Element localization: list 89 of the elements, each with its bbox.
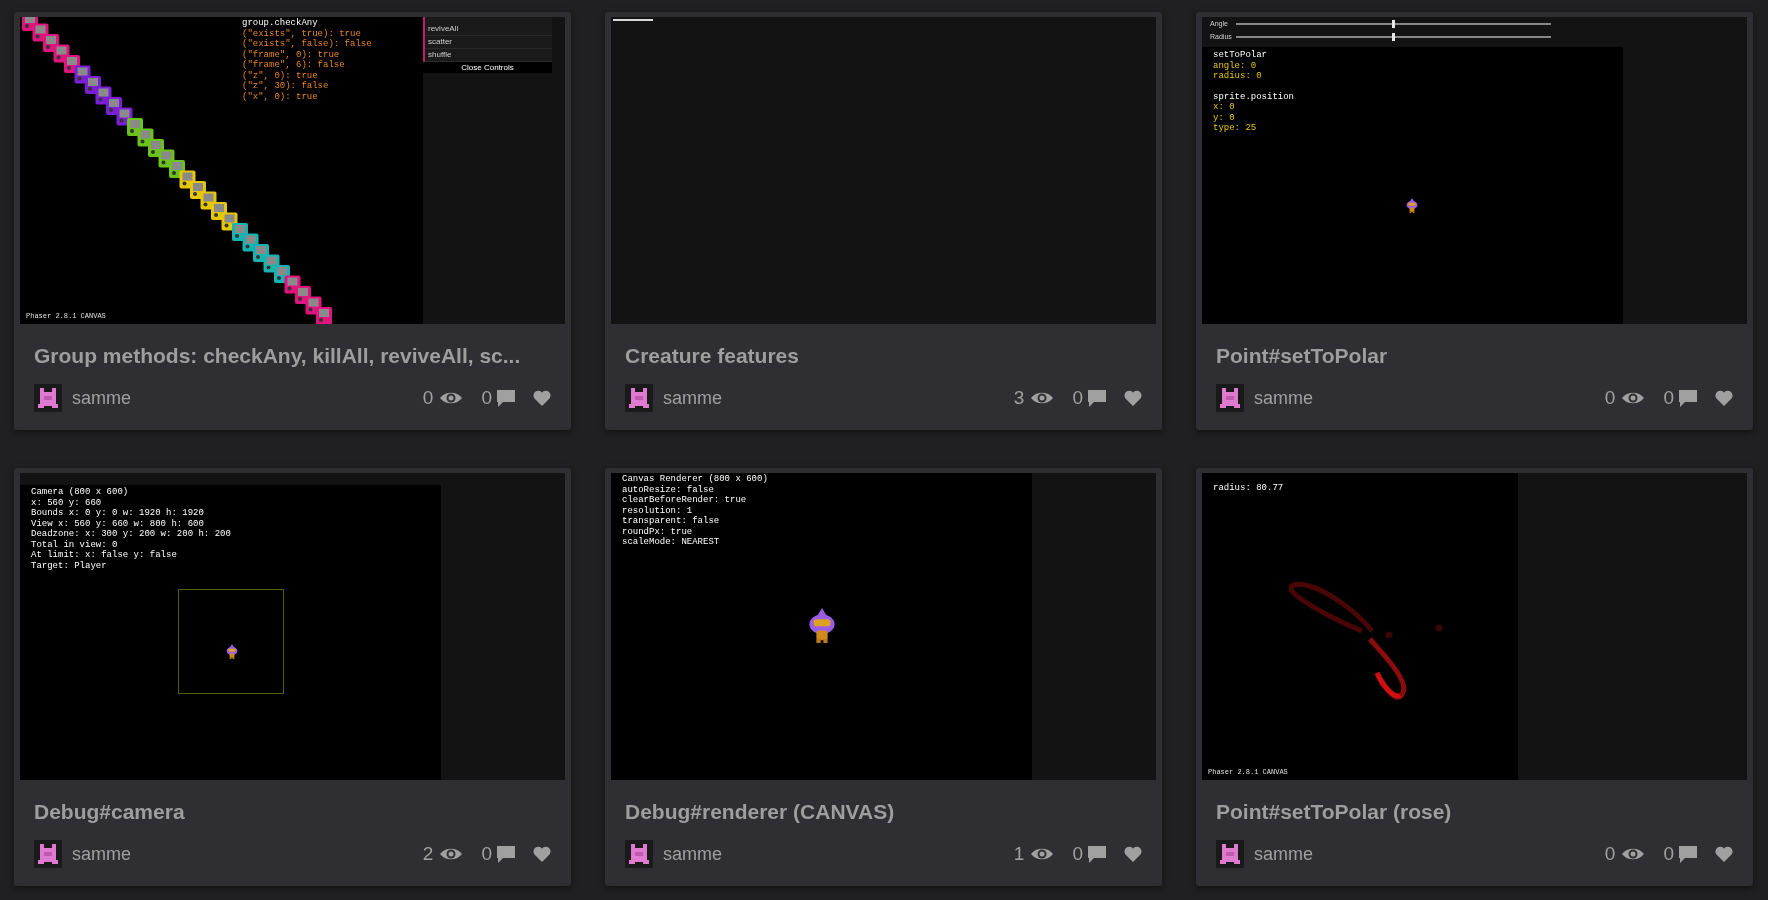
card[interactable]: Creature features samme 3 0 (605, 12, 1162, 430)
comment-count: 0 (481, 386, 492, 410)
comment-count: 0 (1072, 842, 1083, 866)
comment-icon (497, 845, 515, 863)
debug-text: radius: 80.77 (1213, 483, 1284, 494)
debug-text: ("frame", 0): true (242, 49, 340, 60)
card-title[interactable]: Group methods: checkAny, killAll, reviveAll, sc... (14, 342, 571, 370)
thumbnail[interactable] (20, 17, 565, 324)
debug-text: ("frame", 6): false (242, 60, 345, 71)
debug-text: group.checkAny (242, 18, 318, 29)
card-title[interactable]: Creature features (605, 342, 1162, 370)
comment-icon (1679, 389, 1697, 407)
debug-text: Deadzone: x: 300 y: 200 w: 200 h: 200 (31, 529, 231, 540)
author-name[interactable]: samme (1254, 840, 1313, 868)
card-title[interactable]: Debug#camera (14, 798, 571, 826)
control-item[interactable]: scatter (425, 36, 552, 49)
avatar-icon (625, 384, 653, 413)
author-name[interactable]: samme (663, 384, 722, 412)
debug-text: Bounds x: 0 y: 0 w: 1920 h: 1920 (31, 508, 204, 519)
debug-text: ("exists", true): true (242, 28, 361, 39)
author-name[interactable]: samme (1254, 384, 1313, 412)
view-count: 2 (422, 842, 434, 866)
card[interactable]: Canvas Renderer (800 x 600) autoResize: false clearBeforeRender: true resolution: 1 transparent: false roundPx: true scaleMode: NEAREST Debug#renderer (CANVAS) samme 1 0 (605, 468, 1162, 886)
debug-text: ("z", 0): true (242, 70, 318, 81)
heart-icon[interactable] (1124, 390, 1142, 407)
avatar-icon (625, 840, 653, 869)
control-item[interactable]: reviveAll (425, 23, 552, 36)
card[interactable] (14, 12, 571, 430)
comment-count: 0 (1663, 842, 1674, 866)
view-count: 1 (1013, 842, 1025, 866)
debug-text: At limit: x: false y: false (31, 550, 177, 561)
debug-text: angle: 0 (1213, 60, 1257, 71)
heart-icon[interactable] (533, 390, 551, 407)
debug-text: x: 560 y: 660 (31, 497, 102, 508)
heart-icon[interactable] (1715, 846, 1733, 863)
sprite-drawing (1406, 198, 1418, 213)
debug-text: ("exists", false): false (242, 39, 372, 50)
avatar-icon (1216, 840, 1244, 869)
view-count: 0 (1604, 386, 1616, 410)
thumbnail[interactable]: Camera (800 x 600) x: 560 y: 660 Bounds x: 0 y: 0 w: 1920 h: 1920 View x: 560 y: 660 w: 800 h: 600 Deadzone: x: 300 y: 200 w: 200 h: 200 Total in view: 0 At limit: x: false y: false Target: Player (20, 473, 565, 780)
debug-text: y: 0 (1213, 112, 1235, 123)
debug-text: Camera (800 x 600) (31, 487, 129, 498)
comment-count: 0 (1663, 386, 1674, 410)
comment-count: 0 (1072, 386, 1083, 410)
debug-text: autoResize: false (622, 484, 714, 495)
card-title[interactable]: Point#setToPolar (rose) (1196, 798, 1753, 826)
debug-text: Canvas Renderer (800 x 600) (622, 474, 768, 485)
debug-text: ("x", 0): true (242, 91, 318, 102)
progress-line (613, 19, 653, 21)
debug-text: x: 0 (1213, 102, 1235, 113)
avatar-icon (34, 384, 62, 413)
card-title[interactable]: Debug#renderer (CANVAS) (605, 798, 1162, 826)
debug-text: clearBeforeRender: true (622, 495, 747, 506)
close-controls-button[interactable]: Close Controls (423, 62, 552, 73)
view-count: 0 (1604, 842, 1616, 866)
debug-text: transparent: false (622, 516, 720, 527)
comment-icon (1088, 845, 1106, 863)
view-count: 0 (422, 386, 434, 410)
comment-icon (497, 389, 515, 407)
heart-icon[interactable] (533, 846, 551, 863)
slider-thumb[interactable] (1392, 33, 1395, 41)
debug-text: type: 25 (1213, 123, 1257, 134)
heart-icon[interactable] (1715, 390, 1733, 407)
debug-text: Target: Player (31, 560, 107, 571)
view-count: 3 (1013, 386, 1025, 410)
debug-text: scaleMode: NEAREST (622, 537, 720, 548)
debug-text: View x: 560 y: 660 w: 800 h: 600 (31, 518, 204, 529)
heart-icon[interactable] (1124, 846, 1142, 863)
debug-text: ("z", 30): false (242, 81, 329, 92)
debug-text: Total in view: 0 (31, 539, 118, 550)
author-name[interactable]: samme (72, 840, 131, 868)
sprite-drawing (226, 644, 238, 659)
card-title[interactable]: Point#setToPolar (1196, 342, 1753, 370)
debug-text: sprite.position (1213, 91, 1294, 102)
debug-text: roundPx: true (622, 526, 693, 537)
comment-icon (1088, 389, 1106, 407)
thumbnail[interactable] (611, 17, 1156, 324)
debug-text: resolution: 1 (622, 505, 693, 516)
avatar-icon (1216, 384, 1244, 413)
comment-count: 0 (481, 842, 492, 866)
thumbnail[interactable]: Canvas Renderer (800 x 600) autoResize: false clearBeforeRender: true resolution: 1 transparent: false roundPx: true scaleMode: NEAREST (611, 473, 1156, 780)
avatar-icon (34, 840, 62, 869)
sprite-drawing (808, 608, 836, 643)
comment-icon (1679, 845, 1697, 863)
slider-thumb[interactable] (1392, 20, 1395, 28)
author-name[interactable]: samme (72, 384, 131, 412)
debug-text: setToPolar (1213, 50, 1267, 61)
debug-text: radius: 0 (1213, 71, 1262, 82)
author-name[interactable]: samme (663, 840, 722, 868)
